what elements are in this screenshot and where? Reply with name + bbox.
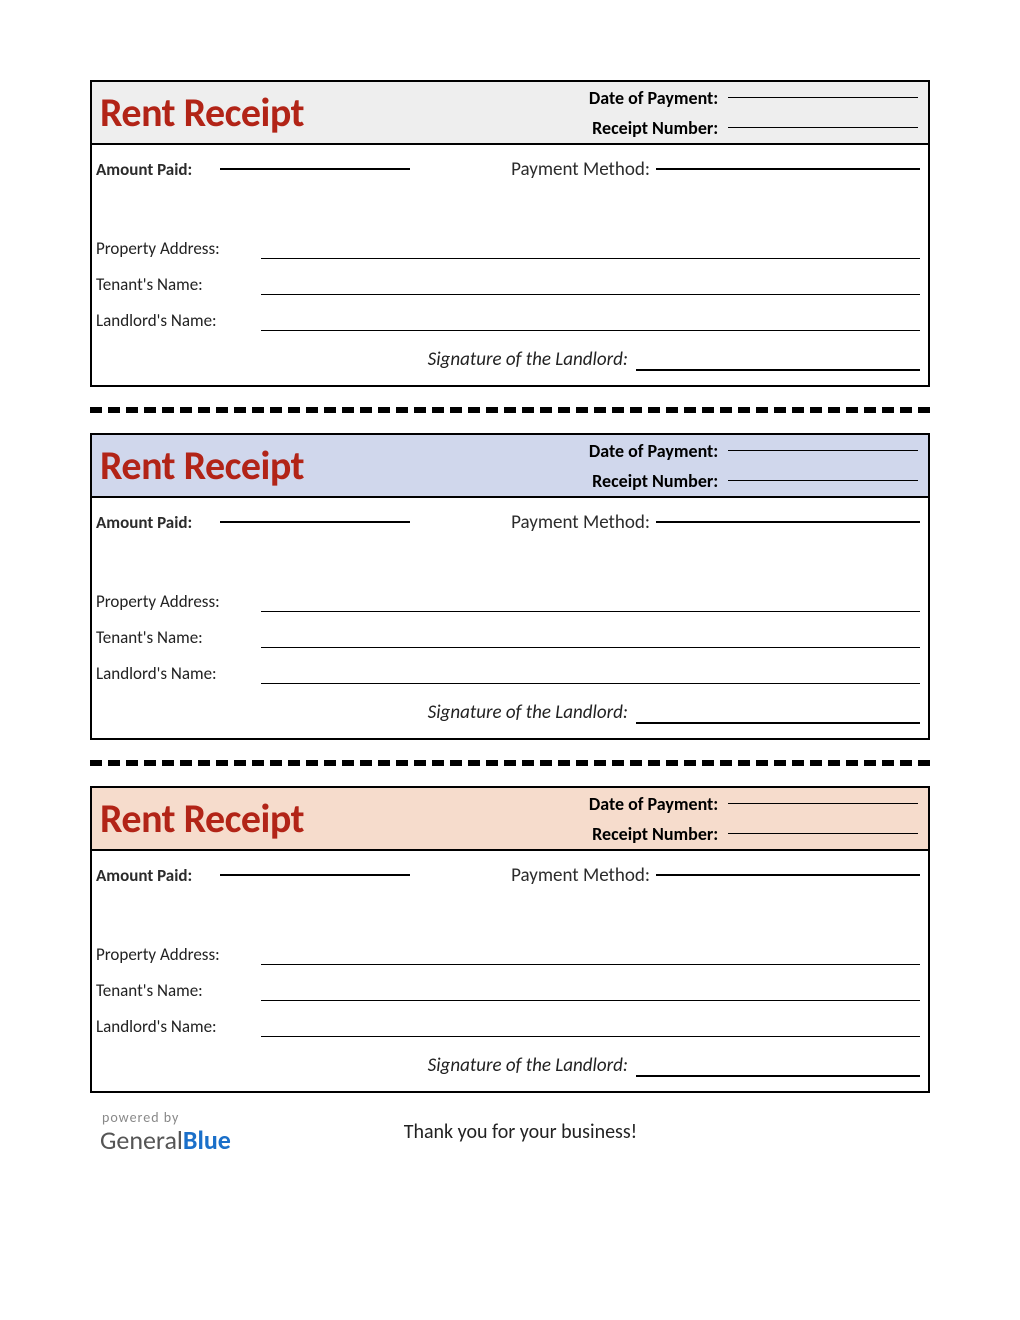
rent-receipt-card: Rent Receipt Date of Payment: Receipt Nu… [90,786,930,1093]
tail-gap [92,724,928,738]
payment-row: Amount Paid: Payment Method: [92,145,928,193]
property-address-label: Property Address: [96,238,261,259]
tenant-name-field[interactable]: Tenant's Name: [92,965,928,1001]
payment-method-line[interactable] [656,168,920,170]
signature-field[interactable]: Signature of the Landlord: [92,331,928,371]
property-address-line [261,964,920,965]
payment-method-line[interactable] [656,874,920,876]
page-footer: powered by GeneralBlue Thank you for you… [90,1093,930,1153]
landlord-name-field[interactable]: Landlord's Name: [92,295,928,331]
landlord-name-label: Landlord's Name: [96,663,261,684]
signature-label: Signature of the Landlord: [96,701,636,724]
tenant-name-line [261,1000,920,1001]
receipt-title-cell: Rent Receipt [92,788,493,849]
date-of-payment-line [728,450,918,451]
receipt-number-line [728,480,918,481]
payment-method-label: Payment Method: [470,511,650,534]
tear-divider [90,760,930,766]
receipt-header: Rent Receipt Date of Payment: Receipt Nu… [92,788,928,851]
date-of-payment-label: Date of Payment: [493,87,728,109]
payment-method-line[interactable] [656,521,920,523]
payment-row: Amount Paid: Payment Method: [92,498,928,546]
signature-label: Signature of the Landlord: [96,348,636,371]
date-of-payment-field[interactable]: Date of Payment: [493,436,928,466]
date-of-payment-label: Date of Payment: [493,440,728,462]
receipt-title: Rent Receipt [100,794,304,843]
property-address-line [261,611,920,612]
payment-method-label: Payment Method: [470,864,650,887]
amount-paid-label: Amount Paid: [94,865,214,886]
date-of-payment-line [728,97,918,98]
payment-method-label: Payment Method: [470,158,650,181]
signature-line [636,1075,920,1077]
receipt-number-field[interactable]: Receipt Number: [493,113,928,143]
signature-line [636,369,920,371]
receipt-title-cell: Rent Receipt [92,82,493,143]
amount-paid-label: Amount Paid: [94,159,214,180]
landlord-name-field[interactable]: Landlord's Name: [92,648,928,684]
rent-receipt-card: Rent Receipt Date of Payment: Receipt Nu… [90,80,930,387]
receipt-number-field[interactable]: Receipt Number: [493,466,928,496]
gap [92,546,928,576]
tenant-name-label: Tenant's Name: [96,980,261,1001]
receipt-number-label: Receipt Number: [493,470,728,492]
receipt-number-label: Receipt Number: [493,117,728,139]
receipt-title-cell: Rent Receipt [92,435,493,496]
tenant-name-field[interactable]: Tenant's Name: [92,259,928,295]
rent-receipt-card: Rent Receipt Date of Payment: Receipt Nu… [90,433,930,740]
receipt-number-line [728,833,918,834]
gap [92,899,928,929]
tenant-name-label: Tenant's Name: [96,627,261,648]
signature-line [636,722,920,724]
amount-paid-line[interactable] [220,874,410,876]
page-container: Rent Receipt Date of Payment: Receipt Nu… [0,0,1020,1153]
date-of-payment-line [728,803,918,804]
signature-label: Signature of the Landlord: [96,1054,636,1077]
receipt-title: Rent Receipt [100,88,304,137]
header-fields: Date of Payment: Receipt Number: [493,435,928,496]
receipt-header: Rent Receipt Date of Payment: Receipt Nu… [92,82,928,145]
receipt-number-label: Receipt Number: [493,823,728,845]
receipt-number-field[interactable]: Receipt Number: [493,819,928,849]
receipt-body: Amount Paid: Payment Method: Property Ad… [92,851,928,1091]
landlord-name-field[interactable]: Landlord's Name: [92,1001,928,1037]
receipt-body: Amount Paid: Payment Method: Property Ad… [92,145,928,385]
tenant-name-label: Tenant's Name: [96,274,261,295]
tail-gap [92,1077,928,1091]
gap [92,193,928,223]
date-of-payment-field[interactable]: Date of Payment: [493,789,928,819]
header-fields: Date of Payment: Receipt Number: [493,788,928,849]
header-fields: Date of Payment: Receipt Number: [493,82,928,143]
tear-divider [90,407,930,413]
landlord-name-line [261,330,920,331]
landlord-name-line [261,1036,920,1037]
amount-paid-line[interactable] [220,521,410,523]
landlord-name-label: Landlord's Name: [96,1016,261,1037]
tenant-name-field[interactable]: Tenant's Name: [92,612,928,648]
property-address-field[interactable]: Property Address: [92,223,928,259]
tenant-name-line [261,647,920,648]
landlord-name-label: Landlord's Name: [96,310,261,331]
signature-field[interactable]: Signature of the Landlord: [92,684,928,724]
property-address-label: Property Address: [96,944,261,965]
property-address-field[interactable]: Property Address: [92,929,928,965]
thank-you-text: Thank you for your business! [111,1120,930,1144]
landlord-name-line [261,683,920,684]
receipt-title: Rent Receipt [100,441,304,490]
property-address-field[interactable]: Property Address: [92,576,928,612]
property-address-label: Property Address: [96,591,261,612]
tenant-name-line [261,294,920,295]
date-of-payment-label: Date of Payment: [493,793,728,815]
amount-paid-line[interactable] [220,168,410,170]
amount-paid-label: Amount Paid: [94,512,214,533]
receipt-header: Rent Receipt Date of Payment: Receipt Nu… [92,435,928,498]
payment-row: Amount Paid: Payment Method: [92,851,928,899]
date-of-payment-field[interactable]: Date of Payment: [493,83,928,113]
signature-field[interactable]: Signature of the Landlord: [92,1037,928,1077]
tail-gap [92,371,928,385]
property-address-line [261,258,920,259]
receipt-body: Amount Paid: Payment Method: Property Ad… [92,498,928,738]
receipt-number-line [728,127,918,128]
